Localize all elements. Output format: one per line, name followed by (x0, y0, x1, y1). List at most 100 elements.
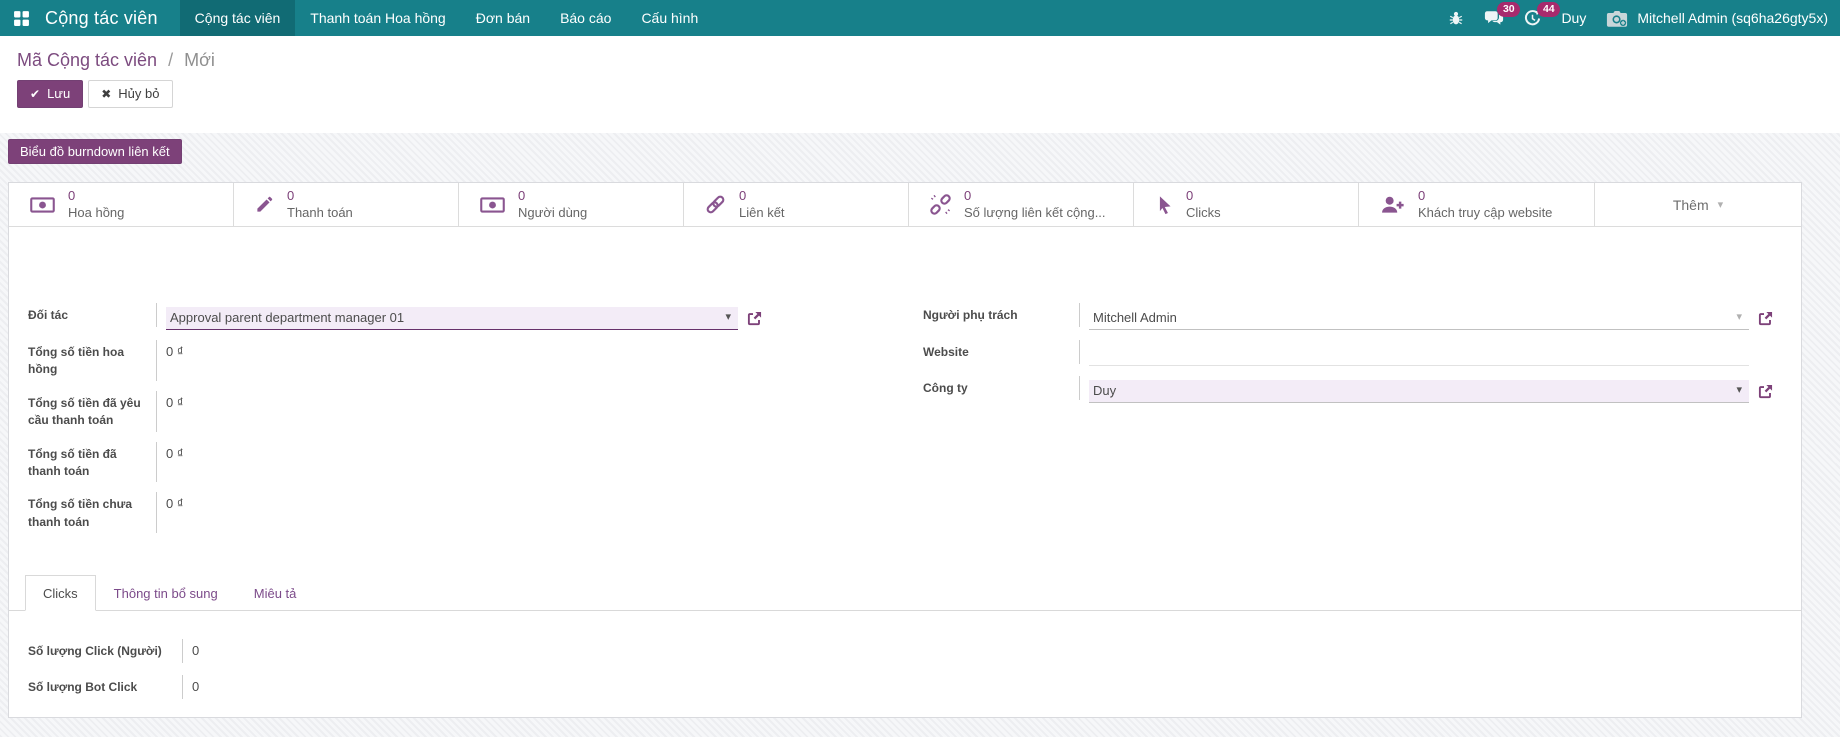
external-link-icon[interactable] (1758, 384, 1773, 399)
field-responsible: Người phụ trách Mitchell Admin ▾ (920, 303, 1785, 330)
form-sheet: 0 Hoa hồng 0 Thanh toán 0 Người dùng 0 L… (8, 182, 1802, 718)
apps-menu-button[interactable] (0, 0, 43, 36)
save-button-label: Lưu (47, 86, 71, 101)
stat-button-links[interactable]: 0 Liên kết (684, 183, 909, 226)
stat-button-payments[interactable]: 0 Thanh toán (234, 183, 459, 226)
form-body: Đối tác Approval parent department manag… (9, 303, 1801, 543)
systray: 30 44 Duy Mitchell Admin (sq6ha26gty5x) (1448, 0, 1840, 36)
notebook-tabs: Clicks Thông tin bổ sung Miêu tả (9, 575, 1801, 612)
chevron-down-icon[interactable]: ▾ (1736, 309, 1742, 326)
stat-text: 0 Liên kết (739, 187, 785, 220)
form-right-column: Người phụ trách Mitchell Admin ▾ Website (905, 303, 1785, 543)
field-bot-clicks-value: 0 (192, 679, 200, 695)
chevron-down-icon[interactable]: ▾ (1736, 382, 1742, 399)
app-brand[interactable]: Cộng tác viên (43, 0, 172, 36)
field-website: Website (920, 340, 1785, 366)
stat-button-clicks[interactable]: 0 Clicks (1134, 183, 1359, 226)
field-total-requested: Tổng số tiền đã yêu cầu thanh toán 0 ₫ (25, 390, 905, 432)
breadcrumb: Mã Cộng tác viên / Mới (17, 49, 1824, 71)
field-human-clicks-value: 0 (192, 643, 200, 659)
stat-text: 0 Người dùng (518, 187, 588, 220)
field-responsible-label: Người phụ trách (920, 303, 1080, 327)
stat-button-affiliate-links[interactable]: 0 Số lượng liên kết cộng... (909, 183, 1134, 226)
stat-button-row: 0 Hoa hồng 0 Thanh toán 0 Người dùng 0 L… (9, 183, 1801, 227)
breadcrumb-parent-link[interactable]: Mã Cộng tác viên (17, 50, 157, 70)
stat-text: 0 Số lượng liên kết cộng... (964, 187, 1106, 220)
external-link-icon[interactable] (1758, 311, 1773, 326)
messages-icon[interactable]: 30 (1484, 1, 1521, 27)
more-stats-label: Thêm (1672, 196, 1709, 213)
messages-count-badge: 30 (1497, 1, 1521, 18)
stat-button-users[interactable]: 0 Người dùng (459, 183, 684, 226)
menu-item-cau-hinh[interactable]: Cấu hình (626, 0, 713, 36)
field-total-paid-value: 0 ₫ (166, 445, 184, 461)
stat-button-commissions[interactable]: 0 Hoa hồng (9, 183, 234, 226)
control-panel: Mã Cộng tác viên / Mới ✔ Lưu ✖ Hủy bỏ (0, 36, 1840, 133)
top-navbar: Cộng tác viên Cộng tác viên Thanh toán H… (0, 0, 1840, 36)
main-menu: Cộng tác viên Thanh toán Hoa hồng Đơn bá… (179, 0, 714, 36)
menu-item-cong-tac-vien[interactable]: Cộng tác viên (179, 0, 296, 36)
field-total-commission: Tổng số tiền hoa hồng 0 ₫ (25, 340, 905, 381)
website-input[interactable] (1089, 344, 1749, 366)
stat-text: 0 Clicks (1186, 187, 1221, 220)
save-button[interactable]: ✔ Lưu (17, 80, 84, 108)
chain-link-icon (705, 194, 726, 215)
broken-chain-icon (930, 194, 951, 215)
breadcrumb-current: Mới (184, 50, 215, 70)
tab-description[interactable]: Miêu tả (236, 575, 315, 611)
menu-item-don-ban[interactable]: Đơn bán (461, 0, 545, 36)
field-total-requested-value: 0 ₫ (166, 394, 184, 410)
partner-input[interactable]: Approval parent department manager 01 ▾ (166, 307, 738, 330)
stat-text: 0 Thanh toán (287, 187, 353, 220)
check-icon: ✔ (30, 87, 41, 101)
activities-clock-icon[interactable]: 44 (1524, 1, 1561, 27)
discard-button[interactable]: ✖ Hủy bỏ (88, 80, 173, 108)
more-stats-dropdown[interactable]: Thêm ▾ (1595, 183, 1801, 226)
company-switcher[interactable]: Duy (1561, 10, 1586, 26)
field-website-label: Website (920, 340, 1080, 364)
menu-item-thanh-toan-hoa-hong[interactable]: Thanh toán Hoa hồng (295, 0, 460, 36)
user-menu[interactable]: Mitchell Admin (sq6ha26gty5x) (1606, 9, 1828, 28)
money-bill-icon (480, 196, 505, 213)
money-bill-icon (30, 196, 55, 213)
tab-clicks[interactable]: Clicks (25, 575, 96, 612)
debug-bug-icon[interactable] (1448, 10, 1464, 26)
external-link-icon[interactable] (747, 311, 762, 326)
field-total-unpaid-value: 0 ₫ (166, 496, 184, 512)
chevron-down-icon: ▾ (1717, 199, 1724, 211)
camera-avatar-icon (1606, 9, 1628, 28)
stat-text: 0 Khách truy cập website (1418, 187, 1553, 220)
burndown-chart-button[interactable]: Biểu đồ burndown liên kết (8, 139, 182, 164)
breadcrumb-separator: / (168, 50, 174, 70)
field-bot-clicks: Số lượng Bot Click 0 (25, 675, 1785, 700)
field-total-paid: Tổng số tiền đã thanh toán 0 ₫ (25, 441, 905, 483)
field-partner: Đối tác Approval parent department manag… (25, 303, 905, 330)
user-plus-icon (1380, 195, 1405, 214)
company-value: Duy (1093, 383, 1117, 398)
partner-value: Approval parent department manager 01 (170, 310, 405, 325)
clicks-tab-content: Số lượng Click (Người) 0 Số lượng Bot Cl… (9, 611, 1801, 700)
mouse-pointer-icon (1155, 195, 1173, 215)
company-input[interactable]: Duy ▾ (1089, 380, 1749, 403)
field-total-commission-value: 0 ₫ (166, 344, 184, 359)
form-left-column: Đối tác Approval parent department manag… (25, 303, 905, 543)
field-total-unpaid-label: Tổng số tiền chưa thanh toán (25, 492, 157, 534)
pencil-icon (255, 195, 274, 214)
menu-item-bao-cao[interactable]: Báo cáo (545, 0, 626, 36)
action-strip: Biểu đồ burndown liên kết (8, 139, 1840, 164)
responsible-value: Mitchell Admin (1093, 310, 1177, 325)
chevron-down-icon[interactable]: ▾ (725, 309, 731, 326)
field-partner-label: Đối tác (25, 303, 157, 327)
field-human-clicks: Số lượng Click (Người) 0 (25, 639, 1785, 664)
activities-count-badge: 44 (1537, 1, 1561, 18)
responsible-input[interactable]: Mitchell Admin ▾ (1089, 307, 1749, 330)
field-company: Công ty Duy ▾ (920, 376, 1785, 403)
control-panel-buttons: ✔ Lưu ✖ Hủy bỏ (17, 80, 1824, 108)
field-company-label: Công ty (920, 376, 1080, 400)
apps-grid-icon (13, 10, 30, 27)
field-total-commission-label: Tổng số tiền hoa hồng (25, 340, 157, 381)
tab-additional-info[interactable]: Thông tin bổ sung (96, 575, 236, 611)
field-human-clicks-label: Số lượng Click (Người) (25, 639, 183, 664)
stat-button-website-visitors[interactable]: 0 Khách truy cập website (1359, 183, 1595, 226)
user-name: Mitchell Admin (sq6ha26gty5x) (1637, 10, 1828, 26)
